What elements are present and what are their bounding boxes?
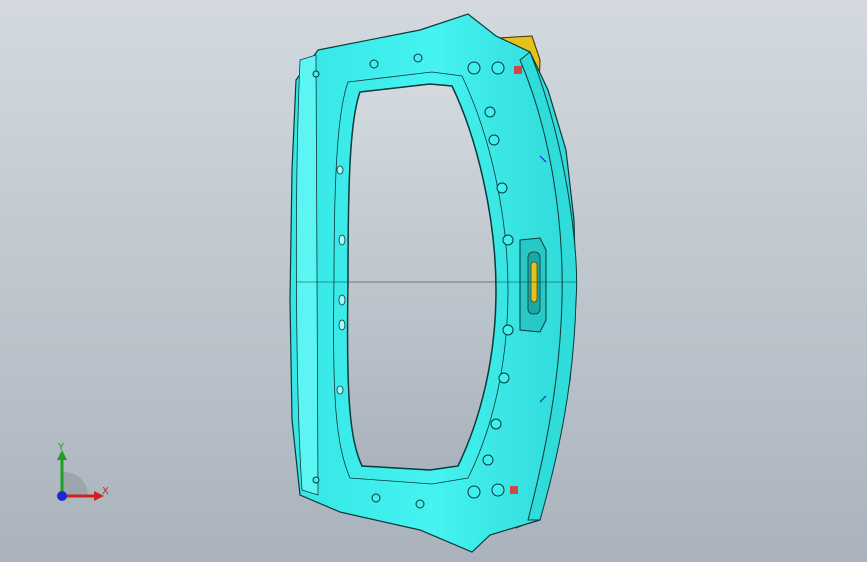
model-frame-part[interactable] bbox=[289, 13, 578, 553]
left-flange bbox=[295, 54, 319, 496]
window-opening bbox=[346, 83, 497, 471]
triad-plane-icon bbox=[62, 471, 89, 496]
cad-viewport[interactable]: Y X bbox=[0, 0, 867, 562]
z-axis-icon bbox=[57, 491, 67, 501]
top-accent bbox=[514, 66, 522, 74]
coordinate-triad bbox=[57, 450, 104, 501]
y-axis-label: Y bbox=[58, 442, 65, 453]
viewport-canvas[interactable] bbox=[0, 0, 867, 562]
x-axis-label: X bbox=[102, 486, 109, 497]
bottom-accent bbox=[510, 486, 518, 494]
